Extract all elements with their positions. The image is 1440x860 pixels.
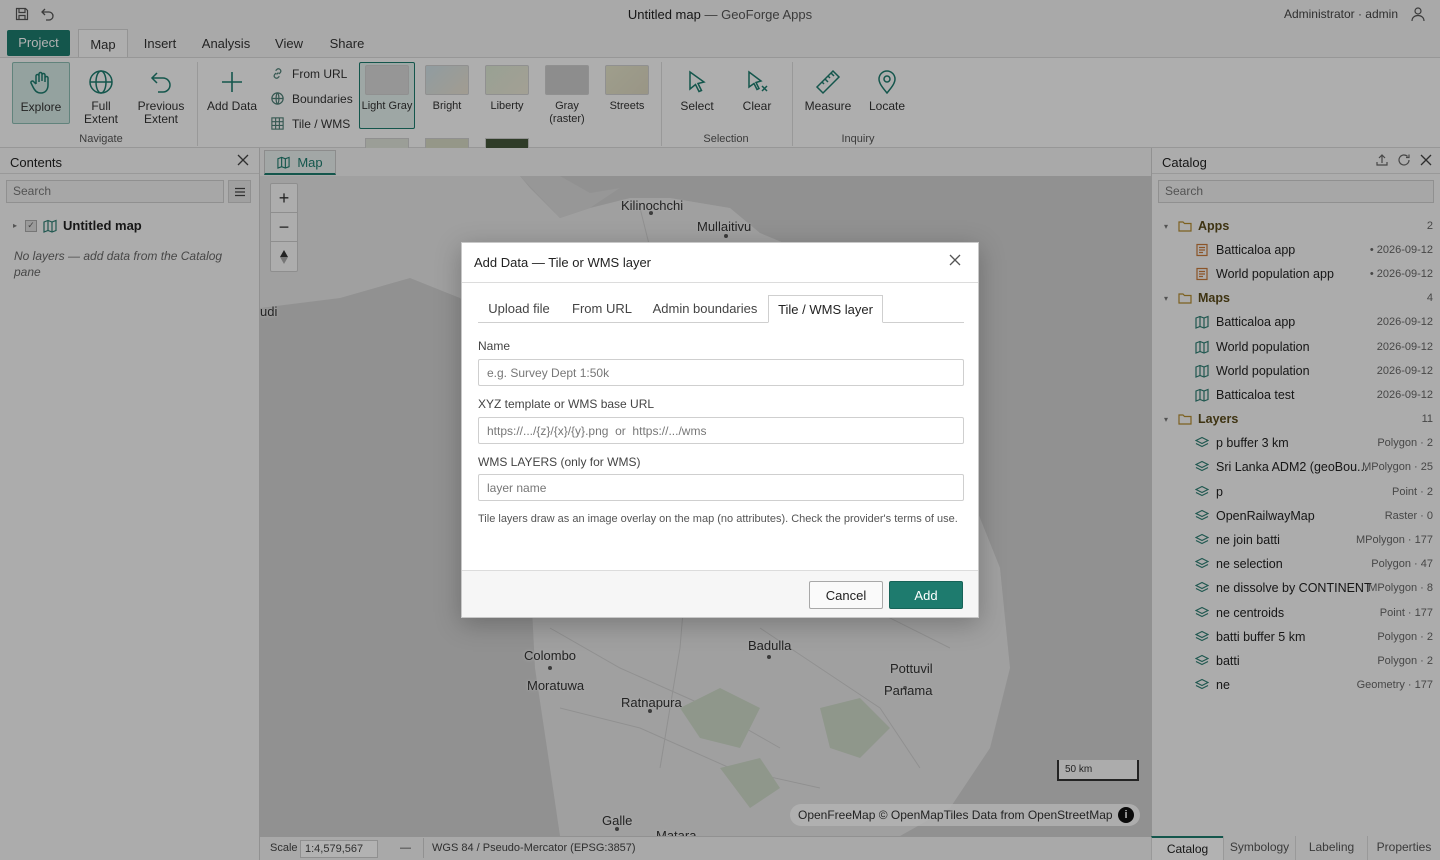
close-icon[interactable]	[948, 253, 962, 267]
tab-underline	[478, 322, 964, 323]
cancel-button[interactable]: Cancel	[809, 581, 883, 609]
name-input[interactable]	[478, 359, 964, 386]
add-button[interactable]: Add	[889, 581, 963, 609]
tab-from-url[interactable]: From URL	[566, 295, 638, 323]
divider	[462, 282, 978, 283]
dialog-hint: Tile layers draw as an image overlay on …	[478, 513, 958, 525]
dialog-footer: Cancel Add	[462, 571, 978, 617]
url-input[interactable]	[478, 417, 964, 444]
wms-layers-input[interactable]	[478, 474, 964, 501]
tab-upload-file[interactable]: Upload file	[478, 295, 560, 323]
wms-layers-label: WMS LAYERS (only for WMS)	[478, 455, 641, 469]
name-label: Name	[478, 339, 511, 353]
tab-tile-wms-layer[interactable]: Tile / WMS layer	[768, 295, 883, 323]
dialog-title: Add Data — Tile or WMS layer	[474, 255, 651, 270]
url-label: XYZ template or WMS base URL	[478, 397, 655, 411]
add-data-dialog: Add Data — Tile or WMS layer Upload file…	[461, 242, 979, 618]
tab-admin-boundaries[interactable]: Admin boundaries	[646, 295, 764, 323]
